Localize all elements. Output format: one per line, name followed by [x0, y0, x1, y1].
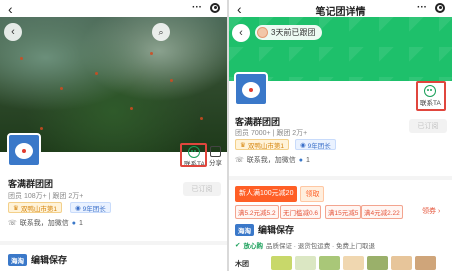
product-thumbnails	[271, 256, 436, 270]
years-tag-label: 9年团长	[82, 205, 106, 213]
rank-tag: ♛ 双鸭山市第1	[235, 139, 289, 150]
wechat-user-icon: ●	[71, 219, 76, 227]
coupon[interactable]: 无门槛减0.6	[280, 205, 322, 219]
rank-tag: ♛ 双鸭山市第1	[8, 202, 62, 213]
product-thumbnail[interactable]	[343, 256, 364, 270]
cover-image: ‹ ⌕	[0, 17, 227, 152]
rank-tag-label: 双鸭山市第1	[247, 142, 284, 150]
more-dots-icon[interactable]: ···	[417, 2, 427, 13]
post-badge: 海淘	[235, 223, 254, 236]
more-dots-icon[interactable]: ···	[192, 2, 202, 13]
section-divider	[229, 176, 452, 180]
joined-notice: 3天前已跟团	[255, 25, 323, 40]
cover-dot	[150, 52, 153, 55]
cover-dot	[200, 117, 203, 120]
group-avatar	[7, 133, 41, 167]
highlight-box	[416, 81, 446, 111]
group-avatar	[234, 72, 268, 106]
back-button-icon[interactable]: ‹	[4, 23, 22, 41]
bottom-label: 木团	[235, 261, 249, 268]
product-thumbnail[interactable]	[367, 256, 388, 270]
highlight-box	[180, 143, 207, 167]
phone-icon: ☏	[235, 157, 244, 164]
group-detail-panel-left: ‹ ··· ‹ ⌕ 联系TA 分享 客满群团团 团员 108万+ | 跟团 2万…	[0, 0, 227, 271]
group-stats: 团员 7000+ | 跟团 2万+	[235, 130, 308, 137]
coupon[interactable]: 满15元减5	[325, 205, 362, 219]
product-thumbnail[interactable]	[295, 256, 316, 270]
cover-dot	[170, 79, 173, 82]
group-name: 客满群团团	[8, 179, 54, 189]
post-title: 编辑保存	[258, 225, 295, 235]
coupon[interactable]: 满5.2元减5.2	[235, 205, 279, 219]
close-target-icon[interactable]	[210, 2, 220, 13]
years-tag: ◉ 9年团长	[295, 139, 336, 150]
search-icon[interactable]: ⌕	[152, 23, 170, 41]
coupon[interactable]: 满4元减2.22	[361, 205, 403, 219]
trust-label: 放心购	[243, 243, 263, 250]
share-icon	[210, 146, 221, 157]
subscribed-button[interactable]: 已订阅	[409, 119, 447, 133]
joined-notice-text: 3天前已跟团	[271, 28, 316, 37]
user-avatar-icon	[257, 27, 268, 38]
subscribed-button[interactable]: 已订阅	[183, 182, 221, 196]
shield-check-icon: ✔	[235, 242, 241, 249]
cover-dot	[130, 107, 133, 110]
contact-count: 1	[79, 219, 83, 227]
promo-new-user: 新人满100元减20	[235, 186, 298, 202]
contact-line-text: 联系我，加微信	[19, 220, 69, 227]
group-name: 客满群团团	[235, 117, 281, 127]
back-button-icon[interactable]: ‹	[232, 24, 250, 42]
product-thumbnail[interactable]	[415, 256, 436, 270]
product-thumbnail[interactable]	[319, 256, 340, 270]
back-chevron-icon[interactable]: ‹	[8, 2, 13, 16]
close-target-icon[interactable]	[435, 2, 445, 13]
post-title-row[interactable]: 海淘 编辑保存	[235, 223, 294, 236]
crown-icon: ♛	[240, 141, 246, 149]
rank-tag-label: 双鸭山市第1	[20, 205, 57, 213]
wechat-user-icon: ●	[298, 156, 303, 164]
contact-line-text: 联系我，加微信	[246, 157, 296, 164]
group-stats: 团员 108万+ | 跟团 2万+	[8, 193, 84, 200]
more-coupons-link[interactable]: 领券 ›	[422, 206, 440, 216]
group-detail-panel-right: ‹ 笔记团详情 ··· ‹ 3天前已跟团 联系TA 客满群团团 团员 7000+…	[229, 0, 452, 271]
contact-line[interactable]: ☏ 联系我，加微信 ● 1	[235, 155, 310, 165]
post-title: 编辑保存	[31, 255, 68, 265]
contact-line[interactable]: ☏ 联系我，加微信 ● 1	[8, 218, 83, 228]
trust-text: 品质保证 · 退货包运费 · 免费上门取退	[265, 243, 376, 250]
crown-icon: ♛	[13, 204, 19, 212]
post-title-row[interactable]: 海淘 编辑保存	[8, 253, 67, 266]
share-label: 分享	[209, 160, 222, 167]
contact-count: 1	[306, 156, 310, 164]
cover-dot	[20, 57, 23, 60]
top-bar: ‹ 笔记团详情 ···	[229, 0, 452, 18]
share-button[interactable]: 分享	[209, 146, 222, 167]
product-thumbnail[interactable]	[271, 256, 292, 270]
section-divider	[0, 241, 227, 245]
cover-dot	[95, 72, 98, 75]
new-user-promo: 新人满100元减20 领取	[235, 186, 325, 202]
medal-icon: ◉	[75, 204, 81, 212]
product-thumbnail[interactable]	[391, 256, 412, 270]
years-tag-label: 9年团长	[307, 142, 331, 150]
claim-button[interactable]: 领取	[300, 186, 325, 202]
post-badge: 海淘	[8, 253, 27, 266]
medal-icon: ◉	[300, 141, 306, 149]
years-tag: ◉ 9年团长	[70, 202, 111, 213]
phone-icon: ☏	[8, 220, 17, 227]
cover-dot	[60, 87, 63, 90]
trust-row: ✔ 放心购 品质保证 · 退货包运费 · 免费上门取退	[235, 240, 375, 250]
cover-dot	[40, 127, 43, 130]
top-bar: ‹ ···	[0, 0, 227, 17]
